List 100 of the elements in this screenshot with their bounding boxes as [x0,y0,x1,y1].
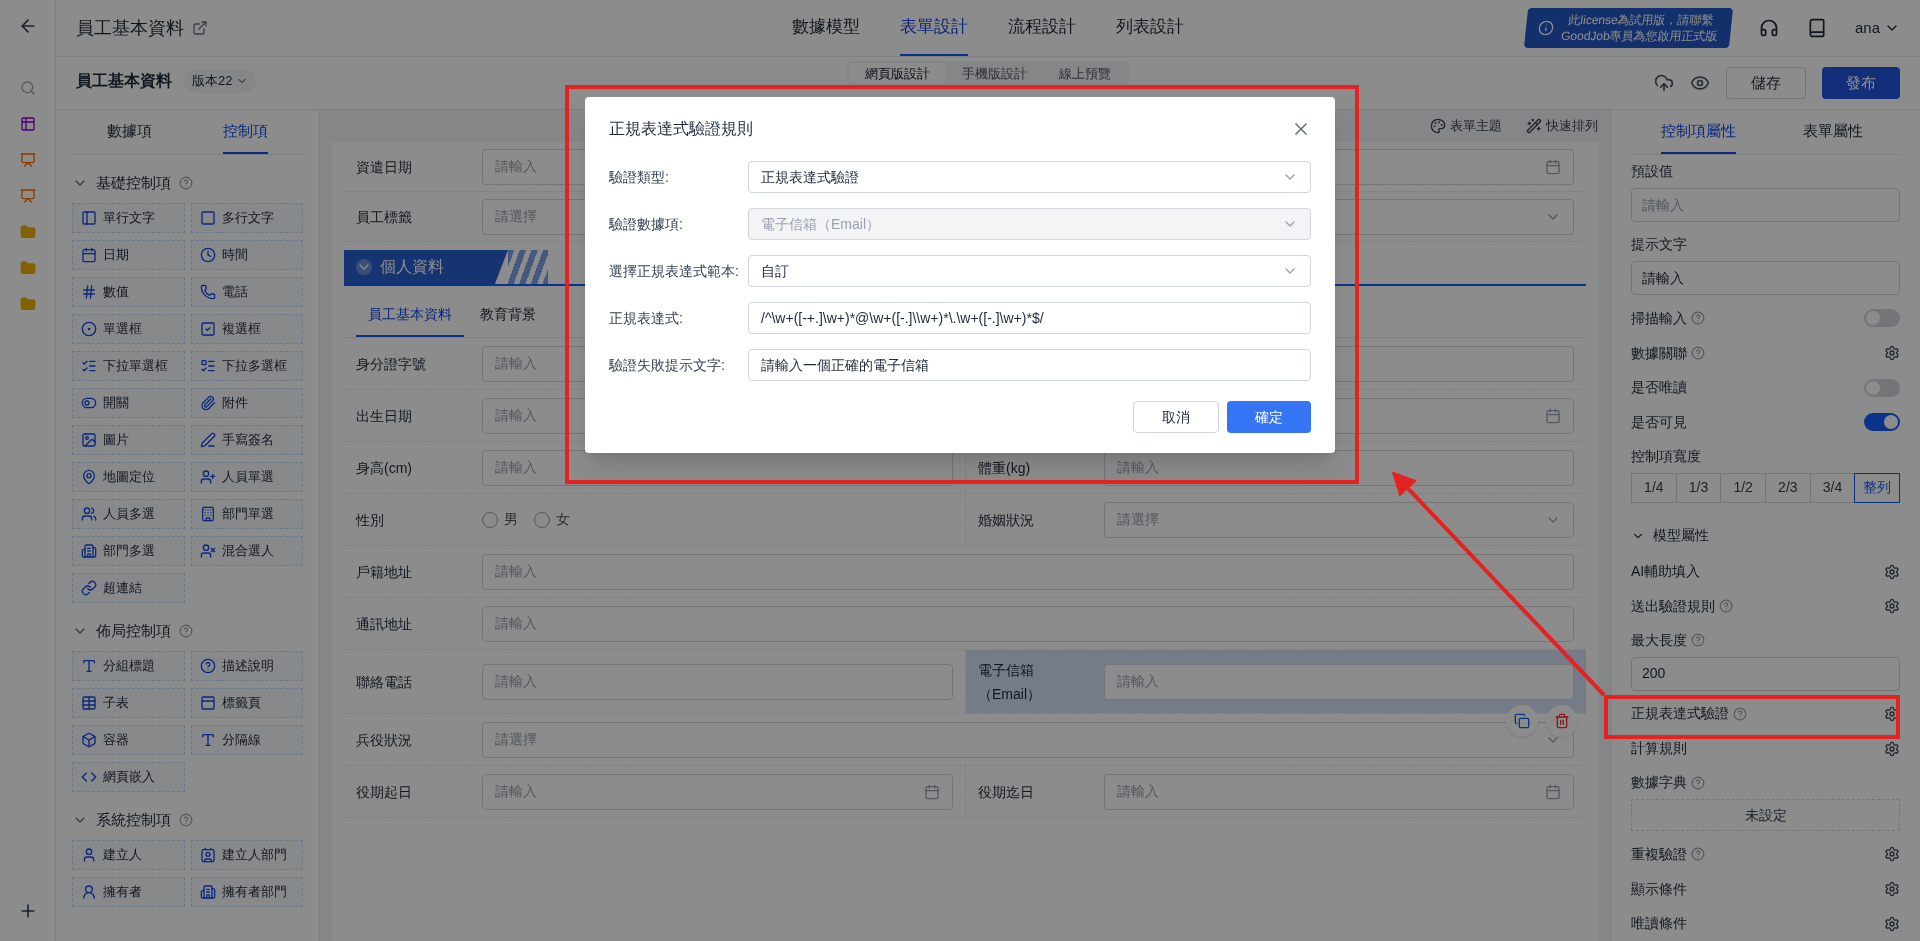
radio-button[interactable] [482,511,498,528]
control-item[interactable]: 超連結 [72,573,185,603]
toggle-switch[interactable] [1864,413,1900,432]
control-item[interactable]: 附件 [190,388,303,418]
toggle-icon [81,395,97,411]
mode-tab[interactable]: 網頁版設計 [849,63,946,83]
control-item[interactable]: 單選框 [72,314,185,344]
preview-button[interactable] [1690,73,1710,93]
field-value: /^\w+([-+.]\w+)*@\w+([-.]\\w+)*\.\w+([-.]\w+)*$/ [761,308,1044,328]
control-item[interactable]: 標籤頁 [190,688,303,718]
control-item[interactable]: 建立人 [72,840,185,870]
control-item[interactable]: 電話 [190,277,303,307]
search-button[interactable] [19,80,36,96]
control-item[interactable]: 部門多選 [72,536,185,566]
control-item[interactable]: 下拉多選框 [190,351,303,381]
user-plus-icon [199,469,216,485]
radio-label: 女 [556,510,570,529]
control-item[interactable]: 混合選人 [190,536,303,566]
settings-button[interactable] [1884,846,1900,863]
section-tab[interactable]: 教育背景 [468,294,548,337]
width-option[interactable]: 1/3 [1675,472,1722,503]
input-field[interactable]: 請輸入一個正確的電子信箱 [748,349,1311,381]
control-item[interactable]: 地圖定位 [72,462,185,492]
control-item[interactable]: 擁有者 [72,877,185,907]
control-item[interactable]: 容器 [72,725,185,755]
nav-tab[interactable]: 列表設計 [1116,0,1184,56]
control-item[interactable]: 複選框 [190,314,303,344]
control-item[interactable]: 數值 [72,277,185,307]
width-option[interactable]: 2/3 [1765,472,1811,503]
control-item[interactable]: 描述說明 [190,651,303,681]
wand-icon [1526,118,1542,134]
upload-button[interactable] [1654,73,1674,93]
settings-button[interactable] [1884,740,1900,757]
settings-button[interactable] [1884,915,1900,932]
nav-tab[interactable]: 表單設計 [900,0,968,56]
control-item[interactable]: 多行文字 [190,203,303,233]
control-item[interactable]: 分隔線 [190,725,303,755]
control-item[interactable]: 人員單選 [190,462,303,492]
input-field[interactable]: 200 [1631,656,1900,691]
settings-icon [1884,563,1900,580]
phone-icon [199,284,216,300]
control-item[interactable]: 子表 [72,688,185,718]
confirm-button[interactable]: 確定 [1227,401,1311,433]
toggle-switch[interactable] [1864,309,1900,328]
board-button[interactable] [19,188,36,204]
publish-button[interactable]: 發布 [1822,67,1900,99]
control-item[interactable]: 開關 [72,388,185,418]
nav-tab[interactable]: 數據模型 [792,0,860,56]
select-field[interactable]: 正規表達式驗證 [748,161,1311,193]
panel-tab[interactable]: 數據項 [72,110,188,154]
field-label: 正規表達式: [609,308,684,328]
group-title: 基礎控制項 [96,172,171,193]
section-header[interactable]: 個人資料 [344,250,508,284]
mode-tab[interactable]: 線上預覽 [1043,63,1127,83]
width-option[interactable]: 3/4 [1809,472,1856,503]
section-tab[interactable]: 員工基本資料 [356,294,464,337]
input-field[interactable]: /^\w+([-+.]\w+)*@\w+([-.]\\w+)*\.\w+([-.]\w+)*$/ [748,302,1311,334]
save-button[interactable]: 儲存 [1726,67,1806,99]
panel-tab[interactable]: 表單屬性 [1765,110,1900,154]
settings-button[interactable] [1884,881,1900,898]
control-item[interactable]: 手寫簽名 [190,425,303,455]
settings-button[interactable] [1884,598,1900,615]
external-link-icon [192,20,208,36]
control-item[interactable]: 時間 [190,240,303,270]
control-item[interactable]: 圖片 [72,425,185,455]
select-field[interactable]: 自訂 [748,255,1311,287]
trash-icon [1554,713,1570,729]
table-button[interactable] [19,116,36,132]
control-item[interactable]: 下拉單選框 [72,351,185,381]
width-option[interactable]: 整列 [1854,472,1901,503]
user-menu[interactable]: ana [1854,16,1900,40]
settings-button[interactable] [1884,345,1900,362]
cancel-button[interactable]: 取消 [1133,401,1219,433]
radio-button[interactable] [534,511,550,528]
dictionary-button[interactable]: 未設定 [1631,799,1900,831]
square-icon [199,210,216,226]
nav-tab[interactable]: 流程設計 [1008,0,1076,56]
width-option[interactable]: 1/4 [1631,472,1677,503]
control-item[interactable]: 分組標題 [72,651,185,681]
control-item[interactable]: 部門單選 [190,499,303,529]
panel-tab[interactable]: 控制項 [187,110,303,154]
arrange-button[interactable]: 快速排列 [1526,116,1598,136]
mode-tab[interactable]: 手機版設計 [946,63,1043,83]
panel-tab[interactable]: 控制項屬性 [1631,110,1766,154]
toggle-switch[interactable] [1864,378,1900,397]
control-item[interactable]: 網頁嵌入 [72,762,185,792]
theme-button[interactable]: 表單主題 [1430,116,1502,136]
property-label: 掃描輸入 [1631,308,1687,328]
settings-button[interactable] [1884,563,1900,580]
version-dropdown[interactable]: 版本22 [184,69,257,93]
width-option[interactable]: 1/2 [1720,472,1766,503]
control-item[interactable]: 人員多選 [72,499,185,529]
control-item[interactable]: 單行文字 [72,203,185,233]
support-button[interactable] [1758,18,1779,38]
control-item[interactable]: 建立人部門 [190,840,303,870]
board-button[interactable] [19,152,36,168]
input-field[interactable]: 請輸入 [1631,261,1900,295]
control-item[interactable]: 日期 [72,240,185,270]
help-icon [1691,633,1705,648]
control-item[interactable]: 擁有者部門 [190,877,303,907]
